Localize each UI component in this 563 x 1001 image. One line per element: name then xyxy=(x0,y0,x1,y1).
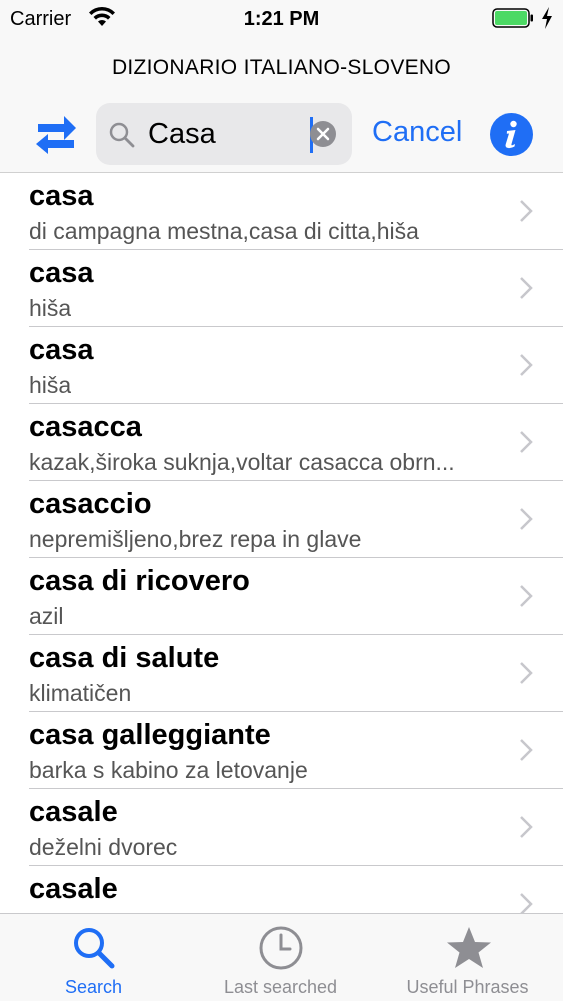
tab-label: Useful Phrases xyxy=(406,977,529,997)
result-row[interactable]: casa di salute klimatičen xyxy=(0,635,563,712)
clock-icon xyxy=(259,926,302,970)
result-word: casacca xyxy=(29,411,142,443)
result-translation: hiša xyxy=(29,295,72,321)
chevron-right-icon xyxy=(520,508,533,530)
header: DIZIONARIO ITALIANO-SLOVENO Cancel xyxy=(0,38,563,173)
status-bar: Carrier 1:21 PM xyxy=(0,0,563,38)
result-translation: klimatičen xyxy=(29,680,132,706)
result-translation: di campagna mestna,casa di citta,hiša xyxy=(29,218,419,244)
chevron-right-icon xyxy=(520,277,533,299)
result-translation: barka s kabino za letovanje xyxy=(29,757,308,783)
result-row[interactable]: casale xyxy=(0,866,563,913)
chevron-right-icon xyxy=(520,816,533,838)
chevron-right-icon xyxy=(520,354,533,376)
result-word: casa xyxy=(29,257,94,289)
result-word: casa xyxy=(29,334,94,366)
clock-time: 1:21 PM xyxy=(243,8,320,30)
result-row[interactable]: casaccio nepremišljeno,brez repa in glav… xyxy=(0,481,563,558)
result-row[interactable]: casale deželni dvorec xyxy=(0,789,563,866)
result-row[interactable]: casa galleggiante barka s kabino za leto… xyxy=(0,712,563,789)
result-word: casale xyxy=(29,873,118,905)
tab-bar: Search Last searched Useful Phrases xyxy=(0,913,563,1001)
result-word: casale xyxy=(29,796,118,828)
charging-icon xyxy=(542,7,552,29)
result-row[interactable]: casa di campagna mestna,casa di citta,hi… xyxy=(0,173,563,250)
result-translation: deželni dvorec xyxy=(29,834,178,860)
result-word: casa di salute xyxy=(29,642,220,674)
tab-last-searched[interactable]: Last searched xyxy=(187,914,374,1001)
result-word: casa di ricovero xyxy=(29,565,250,597)
search-bar[interactable] xyxy=(96,103,352,165)
tab-useful-phrases[interactable]: Useful Phrases xyxy=(374,914,563,1001)
result-translation: nepremišljeno,brez repa in glave xyxy=(29,526,362,552)
result-translation: azil xyxy=(29,603,64,629)
result-row[interactable]: casa hiša xyxy=(0,327,563,404)
chevron-right-icon xyxy=(520,200,533,222)
chevron-right-icon xyxy=(520,893,533,913)
result-row[interactable]: casa hiša xyxy=(0,250,563,327)
result-word: casa xyxy=(29,180,94,212)
star-icon xyxy=(446,927,491,968)
info-icon[interactable] xyxy=(489,112,534,157)
swap-language-icon[interactable] xyxy=(34,110,78,156)
tab-label: Last searched xyxy=(223,977,338,997)
result-word: casa galleggiante xyxy=(29,719,271,751)
search-input[interactable] xyxy=(148,114,298,154)
result-translation: kazak,široka suknja,voltar casacca obrn.… xyxy=(29,449,455,475)
tab-search[interactable]: Search xyxy=(0,914,187,1001)
result-row[interactable]: casa di ricovero azil xyxy=(0,558,563,635)
result-row[interactable]: casacca kazak,široka suknja,voltar casac… xyxy=(0,404,563,481)
clear-search-icon[interactable] xyxy=(309,120,337,148)
result-translation: hiša xyxy=(29,372,72,398)
results-list: casa di campagna mestna,casa di citta,hi… xyxy=(0,173,563,913)
chevron-right-icon xyxy=(520,739,533,761)
tab-label: Search xyxy=(64,977,123,997)
result-word: casaccio xyxy=(29,488,152,520)
search-icon xyxy=(73,928,114,969)
app-title: DIZIONARIO ITALIANO-SLOVENO xyxy=(111,56,452,79)
chevron-right-icon xyxy=(520,431,533,453)
chevron-right-icon xyxy=(520,662,533,684)
cancel-button[interactable]: Cancel xyxy=(372,116,462,149)
chevron-right-icon xyxy=(520,585,533,607)
search-icon xyxy=(109,122,135,148)
battery-icon xyxy=(492,8,533,28)
